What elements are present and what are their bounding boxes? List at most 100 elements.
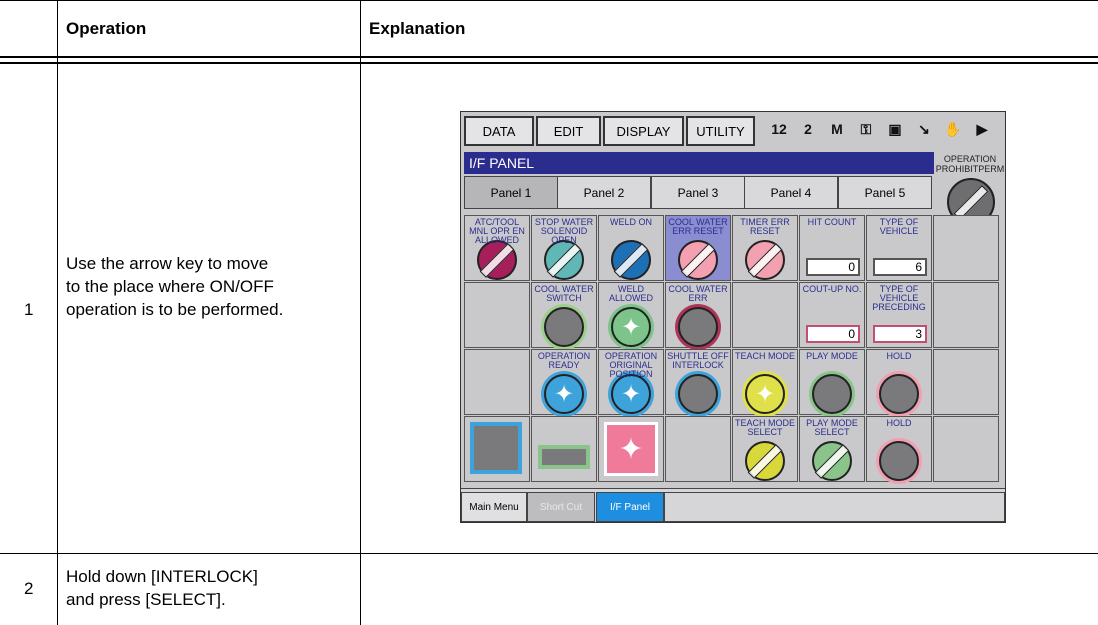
if-cell-r2c2[interactable]: COOL WATER SWITCH <box>531 282 597 348</box>
key-icon[interactable]: ⚿ <box>856 118 876 140</box>
counter-display: 0 <box>806 258 860 276</box>
counter-display: 3 <box>873 325 927 343</box>
cell-label: HOLD <box>886 351 912 361</box>
pendant-screen: DATA EDIT DISPLAY UTILITY 12 2 M ⚿ ▣ ↘ ✋ ▶ I/F PAN… <box>460 111 1006 523</box>
lamp <box>879 374 919 414</box>
operation-prohibit-label: OPERATION PROHIBITPERM <box>935 154 1005 174</box>
menu-edit[interactable]: EDIT <box>536 116 601 146</box>
if-cell-r4c5[interactable]: TEACH MODE SELECT <box>732 416 798 482</box>
if-cell-r1c4[interactable]: COOL WATER ERR RESET <box>665 215 731 281</box>
header-rule-1 <box>0 56 1098 58</box>
bottom-status-area <box>664 492 1005 522</box>
monitor-icon[interactable]: M <box>827 118 847 140</box>
cell-label: COUT-UP NO. <box>802 284 862 294</box>
selector-knob[interactable] <box>544 240 584 280</box>
if-cell-r2c4[interactable]: COOL WATER ERR <box>665 282 731 348</box>
tab-panel-3[interactable]: Panel 3 <box>651 176 745 209</box>
selector-knob[interactable] <box>477 240 517 280</box>
col-divider-2 <box>360 0 361 625</box>
menu-display[interactable]: DISPLAY <box>603 116 684 146</box>
lit-lamp: ✦ <box>544 374 584 414</box>
if-cell-r3c7[interactable]: HOLD <box>866 349 932 415</box>
cell-label: PLAY MODE <box>806 351 858 361</box>
cell-label: HIT COUNT <box>807 217 857 227</box>
if-cell-r1c2[interactable]: STOP WATER SOLENOID OPEN <box>531 215 597 281</box>
tab-panel-5[interactable]: Panel 5 <box>838 176 932 209</box>
cell-label: COOL WATER SWITCH <box>534 284 594 303</box>
cell-label: SHUTTLE OFF INTERLOCK <box>667 351 729 370</box>
cell-label: TIMER ERR RESET <box>740 217 790 236</box>
if-cell-r2c3[interactable]: WELD ALLOWED ✦ <box>598 282 664 348</box>
if-cell-r4c1[interactable] <box>464 416 530 482</box>
header-explanation: Explanation <box>369 19 466 38</box>
cell-label: OPERATION ORIGINAL POSITION <box>604 351 658 379</box>
cell-label: OPERATION READY <box>537 351 591 370</box>
lamp <box>544 307 584 347</box>
selector-knob[interactable] <box>611 240 651 280</box>
play-icon[interactable]: ▶ <box>972 118 992 140</box>
col-divider-1 <box>57 0 58 625</box>
cell-label: PLAY MODE SELECT <box>806 418 858 437</box>
lit-lamp: ✦ <box>611 307 651 347</box>
if-cell-r3c6[interactable]: PLAY MODE <box>799 349 865 415</box>
square-button[interactable] <box>470 422 522 474</box>
row-number-1: 1 <box>24 300 34 319</box>
star-icon: ✦ <box>553 380 575 408</box>
menu-data[interactable]: DATA <box>464 116 534 146</box>
hand-icon[interactable]: ✋ <box>943 118 963 140</box>
star-icon: ✦ <box>620 313 642 341</box>
if-cell-r3c3[interactable]: OPERATION ORIGINAL POSITION ✦ <box>598 349 664 415</box>
if-cell-r2c1 <box>464 282 530 348</box>
rect-lamp <box>538 445 590 469</box>
if-cell-r4c3[interactable]: ✦ <box>598 416 664 482</box>
if-cell-r1c6[interactable]: HIT COUNT 0 <box>799 215 865 281</box>
if-cell-r3c8 <box>933 349 999 415</box>
counter-display: 0 <box>806 325 860 343</box>
if-cell-r1c3[interactable]: WELD ON <box>598 215 664 281</box>
selector-knob[interactable] <box>745 441 785 481</box>
step-number-icon[interactable]: 2 <box>798 118 818 140</box>
if-cell-r2c8 <box>933 282 999 348</box>
if-cell-r3c2[interactable]: OPERATION READY ✦ <box>531 349 597 415</box>
file-icon[interactable]: ▣ <box>885 118 905 140</box>
if-cell-r1c1[interactable]: ATC/TOOL MNL OPR EN ALLOWED <box>464 215 530 281</box>
lit-lamp: ✦ <box>745 374 785 414</box>
counter-display: 6 <box>873 258 927 276</box>
short-cut-button[interactable]: Short Cut <box>527 492 595 522</box>
selector-knob[interactable] <box>678 240 718 280</box>
if-cell-r4c6[interactable]: PLAY MODE SELECT <box>799 416 865 482</box>
cell-label: COOL WATER ERR <box>668 284 728 303</box>
lamp <box>678 374 718 414</box>
if-cell-r4c7[interactable]: HOLD <box>866 416 932 482</box>
cell-label: HOLD <box>886 418 912 428</box>
arrow-icon[interactable]: ↘ <box>914 118 934 140</box>
if-cell-r4c4 <box>665 416 731 482</box>
row-operation-1: Use the arrow key to move to the place w… <box>66 254 284 319</box>
selector-knob[interactable] <box>812 441 852 481</box>
job-number-icon[interactable]: 12 <box>769 118 789 140</box>
row-divider <box>0 553 1098 554</box>
row-number-2: 2 <box>24 579 34 598</box>
if-cell-r3c5[interactable]: TEACH MODE ✦ <box>732 349 798 415</box>
cell-label: WELD ON <box>609 217 652 227</box>
lamp <box>812 374 852 414</box>
if-cell-r4c2[interactable] <box>531 416 597 482</box>
bottom-bar: Main Menu Short Cut I/F Panel <box>461 488 1005 522</box>
if-panel-button[interactable]: I/F Panel <box>596 492 664 522</box>
main-menu-button[interactable]: Main Menu <box>461 492 527 522</box>
star-icon: ✦ <box>620 380 642 408</box>
tab-panel-1[interactable]: Panel 1 <box>464 176 558 209</box>
if-cell-r2c6[interactable]: COUT-UP NO. 0 <box>799 282 865 348</box>
selector-knob[interactable] <box>745 240 785 280</box>
panel-title-bar: I/F PANEL <box>464 152 934 174</box>
pink-star-button[interactable]: ✦ <box>604 422 658 476</box>
tab-panel-2[interactable]: Panel 2 <box>557 176 651 209</box>
menu-utility[interactable]: UTILITY <box>686 116 755 146</box>
if-cell-r1c5[interactable]: TIMER ERR RESET <box>732 215 798 281</box>
if-cell-r1c7[interactable]: TYPE OF VEHICLE 6 <box>866 215 932 281</box>
if-cell-r2c7[interactable]: TYPE OF VEHICLE PRECEDING 3 <box>866 282 932 348</box>
if-cell-r1c8 <box>933 215 999 281</box>
cell-label: TEACH MODE <box>734 351 795 361</box>
if-cell-r3c4[interactable]: SHUTTLE OFF INTERLOCK <box>665 349 731 415</box>
tab-panel-4[interactable]: Panel 4 <box>744 176 838 209</box>
